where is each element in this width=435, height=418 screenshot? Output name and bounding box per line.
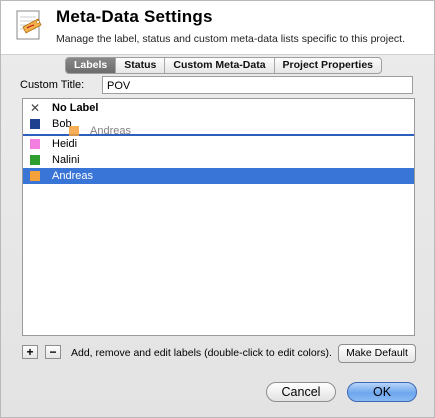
tab-custom-meta-data[interactable]: Custom Meta-Data	[165, 58, 275, 73]
page-subtitle: Manage the label, status and custom meta…	[56, 33, 406, 45]
list-item-heidi[interactable]: Heidi	[23, 136, 414, 152]
ok-button[interactable]: OK	[347, 382, 417, 402]
color-swatch-icon[interactable]	[30, 139, 40, 149]
make-default-button[interactable]: Make Default	[338, 344, 416, 363]
list-item-andreas[interactable]: Andreas	[23, 168, 414, 184]
list-item-nalini[interactable]: Nalini	[23, 152, 414, 168]
color-swatch-icon	[69, 126, 79, 136]
custom-title-input[interactable]: POV	[102, 76, 413, 94]
list-item-no-label[interactable]: ✕ No Label	[23, 100, 414, 116]
header: Meta-Data Settings Manage the label, sta…	[1, 1, 434, 55]
custom-title-label: Custom Title:	[20, 79, 85, 91]
remove-label-button[interactable]: −	[45, 345, 61, 359]
add-label-button[interactable]: +	[22, 345, 38, 359]
labels-list[interactable]: ✕ No Label Bob Andreas Heidi Nalini Andr…	[22, 98, 415, 336]
meta-data-badge-icon	[16, 10, 42, 40]
x-mark-icon: ✕	[30, 101, 41, 115]
list-item-label: Andreas	[52, 170, 93, 182]
color-swatch-icon[interactable]	[30, 171, 40, 181]
color-swatch-icon[interactable]	[30, 119, 40, 129]
tab-bar: Labels Status Custom Meta-Data Project P…	[65, 57, 382, 74]
meta-data-settings-window: Meta-Data Settings Manage the label, sta…	[0, 0, 435, 418]
list-item-bob[interactable]: Bob	[23, 116, 414, 132]
tab-status[interactable]: Status	[116, 58, 166, 73]
list-item-label: Heidi	[52, 138, 78, 150]
color-swatch-icon[interactable]	[30, 155, 40, 165]
cancel-button[interactable]: Cancel	[266, 382, 336, 402]
tab-labels[interactable]: Labels	[66, 58, 117, 73]
list-item-label: Nalini	[52, 154, 80, 166]
tab-project-properties[interactable]: Project Properties	[275, 58, 381, 73]
page-title: Meta-Data Settings	[56, 7, 213, 26]
list-item-label: No Label	[52, 102, 99, 114]
footer-hint: Add, remove and edit labels (double-clic…	[71, 347, 332, 359]
